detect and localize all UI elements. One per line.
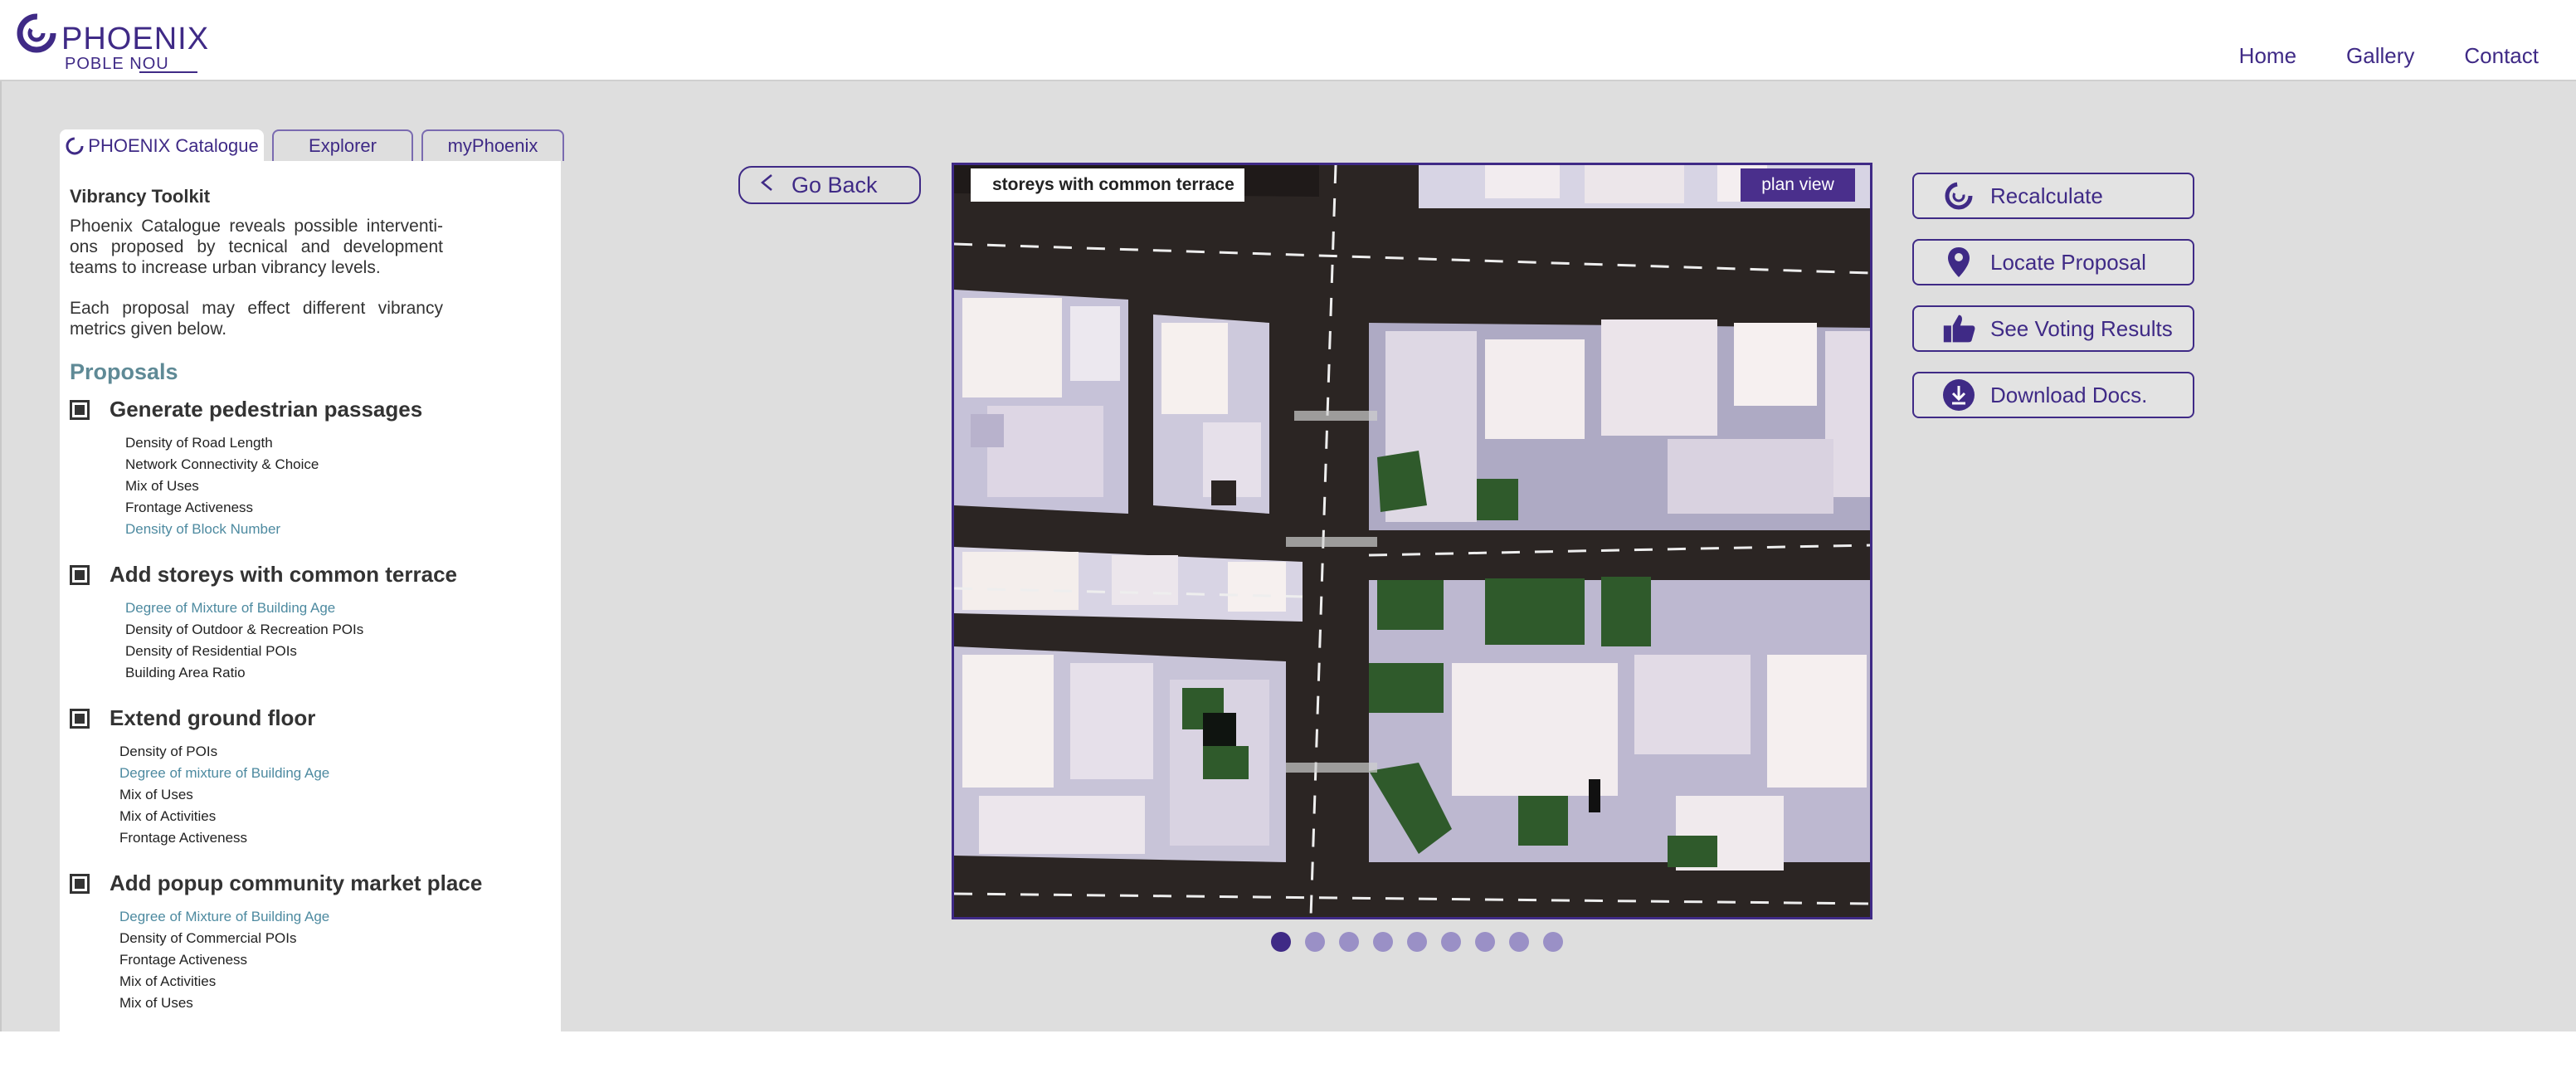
see-voting-results-button[interactable]: See Voting Results (1912, 305, 2194, 352)
metric-list: Degree of Mixture of Building Age Densit… (70, 906, 551, 1014)
carousel-dot[interactable] (1305, 932, 1325, 952)
download-docs-button[interactable]: Download Docs. (1912, 372, 2194, 418)
logo-brand-text: PHOENIX (61, 22, 210, 56)
metric-item: Frontage Activeness (119, 952, 248, 968)
metric-item: Frontage Activeness (119, 830, 248, 846)
carousel-dot[interactable] (1509, 932, 1529, 952)
download-icon (1942, 378, 1975, 412)
metric-item: Mix of Activities (119, 808, 217, 824)
metric-item: Mix of Uses (119, 995, 193, 1011)
metric-item: Frontage Activeness (125, 500, 254, 515)
catalogue-panel: Vibrancy Toolkit Phoenix Catalogue revea… (60, 161, 561, 1068)
carousel-dot[interactable] (1373, 932, 1393, 952)
chevron-left-icon (758, 171, 791, 199)
top-navigation: Home Gallery Contact (2239, 43, 2539, 69)
metric-item: Mix of Uses (119, 787, 193, 802)
top-header: PHOENIX POBLE NOU Home Gallery Contact (0, 0, 2576, 81)
metric-item-highlighted[interactable]: Degree of Mixture of Building Age (125, 597, 551, 619)
panel-title: Vibrancy Toolkit (70, 186, 211, 207)
thumbs-up-icon (1942, 312, 1975, 345)
metric-item: Mix of Activities (119, 973, 217, 989)
map-pin-icon (1942, 246, 1975, 279)
metric-item: Mix of Uses (125, 478, 199, 494)
carousel-dot[interactable] (1475, 932, 1495, 952)
metric-item: Density of Road Length (125, 435, 273, 451)
carousel-dot-active[interactable] (1271, 932, 1291, 952)
plan-view-map[interactable]: storeys with common terrace plan view (952, 163, 1872, 919)
proposal-checkbox[interactable] (70, 873, 90, 894)
metric-item: Density of Outdoor & Recreation POIs (125, 622, 364, 637)
carousel-dot[interactable] (1543, 932, 1563, 952)
metric-item: Network Connectivity & Choice (125, 456, 319, 472)
proposal-checkbox[interactable] (70, 708, 90, 729)
recalculate-button[interactable]: Recalculate (1912, 173, 2194, 219)
proposal-title: Add popup community market place (110, 870, 483, 895)
metric-item-highlighted[interactable]: Density of Block Number (125, 519, 551, 540)
metric-item-highlighted[interactable]: Degree of Mixture of Building Age (119, 906, 551, 928)
nav-contact-link[interactable]: Contact (2464, 43, 2539, 69)
download-docs-label: Download Docs. (1990, 382, 2148, 407)
plan-view-toggle[interactable]: plan view (1741, 168, 1855, 202)
panel-tabs: PHOENIX Catalogue Explorer myPhoenix (60, 129, 564, 161)
recalculate-label: Recalculate (1990, 183, 2103, 208)
metric-list: Degree of Mixture of Building Age Densit… (70, 597, 551, 684)
tab-label: PHOENIX Catalogue (88, 135, 259, 156)
locate-proposal-label: Locate Proposal (1990, 249, 2146, 275)
proposal-title: Add storeys with common terrace (110, 562, 457, 587)
main-stage: PHOENIX Catalogue Explorer myPhoenix Vib… (0, 81, 2576, 1068)
see-voting-results-label: See Voting Results (1990, 315, 2173, 341)
tab-myphoenix[interactable]: myPhoenix (421, 129, 564, 161)
metric-list: Density of Road Length Network Connectiv… (70, 432, 551, 540)
proposal-item: Add storeys with common terrace Degree o… (70, 562, 551, 684)
metric-item: Density of Commercial POIs (119, 930, 297, 946)
proposal-checkbox[interactable] (70, 564, 90, 585)
carousel-dot[interactable] (1407, 932, 1427, 952)
proposal-title: Extend ground floor (110, 705, 316, 730)
tab-label: Explorer (309, 135, 377, 156)
metric-list: Density of POIs Degree of mixture of Bui… (70, 741, 551, 849)
tab-label: myPhoenix (447, 135, 538, 156)
metric-item-highlighted[interactable]: Degree of mixture of Building Age (119, 763, 551, 784)
tab-explorer[interactable]: Explorer (272, 129, 413, 161)
nav-gallery-link[interactable]: Gallery (2346, 43, 2414, 69)
map-title-label: storeys with common terrace (971, 168, 1244, 202)
metric-item: Density of Residential POIs (125, 643, 297, 659)
nav-home-link[interactable]: Home (2239, 43, 2296, 69)
go-back-label: Go Back (791, 172, 878, 198)
metric-item: Building Area Ratio (125, 665, 246, 680)
proposal-item: Extend ground floor Density of POIs Degr… (70, 705, 551, 849)
carousel-pagination (1271, 932, 1563, 952)
panel-description: Phoenix Catalogue reveals possible inter… (70, 217, 443, 277)
proposal-checkbox[interactable] (70, 399, 90, 420)
carousel-dot[interactable] (1339, 932, 1359, 952)
phoenix-swirl-icon (17, 13, 56, 53)
carousel-dot[interactable] (1441, 932, 1461, 952)
proposal-item: Generate pedestrian passages Density of … (70, 397, 551, 540)
tab-phoenix-catalogue[interactable]: PHOENIX Catalogue (60, 129, 264, 161)
metric-item: Density of POIs (119, 744, 218, 759)
proposal-item: Add popup community market place Degree … (70, 870, 551, 1014)
phoenix-swirl-icon (66, 137, 84, 155)
phoenix-logo[interactable]: PHOENIX POBLE NOU (15, 10, 208, 73)
proposals-heading: Proposals (70, 359, 178, 384)
panel-description-metrics: Each proposal may effect different vibra… (70, 299, 443, 339)
proposal-title: Generate pedestrian passages (110, 397, 423, 422)
aerial-city-render (954, 165, 1870, 917)
locate-proposal-button[interactable]: Locate Proposal (1912, 239, 2194, 285)
go-back-button[interactable]: Go Back (738, 166, 921, 204)
recalculate-icon (1942, 179, 1975, 212)
logo-underline (139, 71, 197, 73)
